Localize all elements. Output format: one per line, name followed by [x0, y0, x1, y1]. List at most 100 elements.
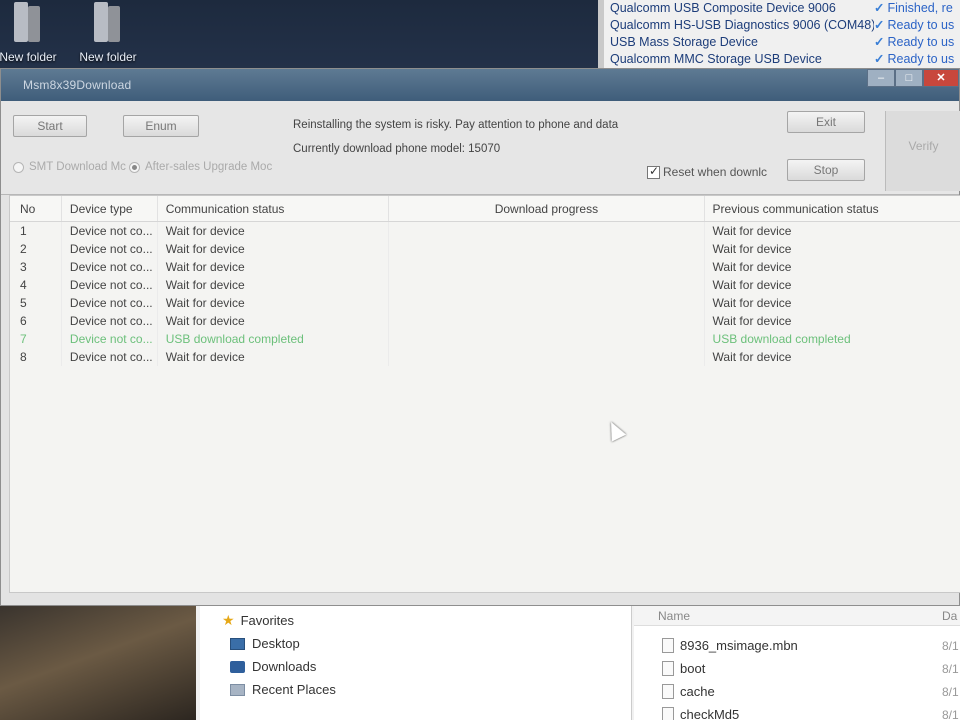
checkbox-checked-icon [647, 164, 660, 179]
window-titlebar[interactable]: Msm8x39Download – □ ✕ [1, 69, 959, 101]
file-item[interactable]: boot 8/1 [662, 661, 959, 676]
device-name: Qualcomm HS-USB Diagnostics 9006 (COM48) [610, 18, 874, 32]
recent-places-icon [230, 683, 245, 696]
nav-favorites-label: Favorites [240, 613, 295, 628]
close-button[interactable]: ✕ [923, 69, 959, 87]
exit-button[interactable]: Exit [787, 111, 865, 133]
file-explorer: ★ Favorites Desktop Downloads Recent Pla… [0, 606, 960, 720]
cell-device-type: Device not co... [62, 294, 158, 312]
device-status-table: No Device type Communication status Down… [9, 195, 960, 593]
cell-device-type: Device not co... [62, 348, 158, 366]
minimize-icon: – [877, 72, 885, 84]
cell-download-progress [389, 258, 705, 276]
explorer-navigation-pane: ★ Favorites Desktop Downloads Recent Pla… [200, 606, 832, 720]
cell-no: 6 [10, 312, 62, 330]
folder-icon [88, 2, 128, 46]
cell-comm-status: Wait for device [158, 312, 390, 330]
window-title: Msm8x39Download [23, 78, 132, 92]
file-name: 8936_msimage.mbn [680, 638, 798, 653]
cell-device-type: Device not co... [62, 276, 158, 294]
cell-no: 5 [10, 294, 62, 312]
table-row[interactable]: 2 Device not co... Wait for device Wait for… [10, 240, 960, 258]
device-status-text: Ready to us [887, 35, 955, 49]
close-icon: ✕ [936, 72, 946, 84]
nav-favorites[interactable]: ★ Favorites [222, 612, 294, 629]
cell-no: 1 [10, 222, 62, 240]
after-sales-mode-radio[interactable]: After-sales Upgrade Moc [129, 161, 272, 173]
device-row[interactable]: Qualcomm USB Composite Device 9006 ✓ Fini… [604, 0, 960, 17]
check-icon: ✓ [874, 1, 885, 15]
start-button[interactable]: Start [13, 115, 87, 137]
table-row[interactable]: 8 Device not co... Wait for device Wait for… [10, 348, 960, 366]
folder-icon [8, 2, 48, 46]
wallpaper-photo [0, 606, 196, 720]
column-header-name[interactable]: Name [658, 609, 690, 623]
cell-download-progress [389, 276, 705, 294]
desktop-background: New folder New folder [0, 0, 600, 78]
cell-device-type: Device not co... [62, 222, 158, 240]
verify-label: Verify [908, 139, 939, 153]
device-row[interactable]: Qualcomm MMC Storage USB Device ✓ Ready t… [604, 51, 960, 68]
minimize-button[interactable]: – [867, 69, 895, 87]
nav-desktop[interactable]: Desktop [230, 636, 300, 651]
cell-download-progress [389, 294, 705, 312]
cell-download-progress [389, 348, 705, 366]
cell-no: 4 [10, 276, 62, 294]
smt-download-mode-radio[interactable]: SMT Download Mc [13, 161, 126, 173]
table-row[interactable]: 6 Device not co... Wait for device Wait for… [10, 312, 960, 330]
nav-downloads[interactable]: Downloads [230, 659, 316, 674]
radio-selected-icon [129, 161, 140, 173]
column-header-prev-status[interactable]: Previous communication status [705, 196, 960, 221]
cell-comm-status: Wait for device [158, 348, 390, 366]
column-header-comm-status[interactable]: Communication status [158, 196, 390, 221]
device-status: ✓ Ready to us [874, 51, 960, 68]
table-row[interactable]: 3 Device not co... Wait for device Wait for… [10, 258, 960, 276]
column-header-download-progress[interactable]: Download progress [389, 196, 705, 221]
cell-comm-status: Wait for device [158, 222, 390, 240]
table-row[interactable]: 5 Device not co... Wait for device Wait for… [10, 294, 960, 312]
smt-download-mode-label: SMT Download Mc [29, 161, 126, 173]
desktop-folder-1[interactable]: New folder [0, 2, 64, 64]
device-status-text: Finished, re [887, 1, 953, 15]
table-row[interactable]: 4 Device not co... Wait for device Wait for… [10, 276, 960, 294]
device-row[interactable]: Qualcomm HS-USB Diagnostics 9006 (COM48)… [604, 17, 960, 34]
cell-prev-status: Wait for device [712, 242, 792, 256]
device-list-panel: Qualcomm USB Composite Device 9006 ✓ Fini… [598, 0, 960, 68]
cell-no: 7 [10, 330, 62, 348]
file-name: boot [680, 661, 706, 676]
cell-device-type: Device not co... [62, 240, 158, 258]
desktop-folder-label: New folder [79, 50, 137, 64]
file-item[interactable]: 8936_msimage.mbn 8/1 [662, 638, 959, 653]
cell-comm-status: Wait for device [158, 240, 390, 258]
column-header-device-type[interactable]: Device type [62, 196, 158, 221]
verify-button[interactable]: Verify [885, 111, 960, 191]
risk-notice: Reinstalling the system is risky. Pay at… [293, 119, 619, 131]
file-icon [662, 661, 674, 676]
table-row[interactable]: 7 Device not co... USB download completed U… [10, 330, 960, 348]
cell-device-type: Device not co... [62, 330, 158, 348]
cell-comm-status: Wait for device [158, 258, 390, 276]
cell-prev-status: USB download completed [712, 332, 851, 346]
explorer-file-list: Name Da 8936_msimage.mbn 8/1 boot 8/1 cache 8… [634, 606, 960, 720]
column-header-date[interactable]: Da [942, 606, 957, 626]
file-date: 8/1 [942, 661, 959, 676]
table-row[interactable]: 1 Device not co... Wait for device Wait for… [10, 222, 960, 240]
file-date: 8/1 [942, 684, 959, 699]
column-header-no[interactable]: No [10, 196, 62, 221]
device-status: ✓ Ready to us [874, 17, 960, 34]
maximize-icon: □ [905, 72, 913, 84]
maximize-button[interactable]: □ [895, 69, 923, 87]
file-item[interactable]: checkMd5 8/1 [662, 707, 959, 720]
check-icon: ✓ [874, 52, 885, 66]
file-item[interactable]: cache 8/1 [662, 684, 959, 699]
enum-button[interactable]: Enum [123, 115, 199, 137]
reset-when-download-checkbox[interactable]: Reset when downlc [647, 164, 768, 179]
cell-no: 8 [10, 348, 62, 366]
stop-button[interactable]: Stop [787, 159, 865, 181]
nav-recent-places[interactable]: Recent Places [230, 682, 336, 697]
desktop-folder-2[interactable]: New folder [72, 2, 144, 64]
device-row[interactable]: USB Mass Storage Device ✓ Ready to us [604, 34, 960, 51]
cell-prev-status: Wait for device [712, 314, 792, 328]
cell-no: 2 [10, 240, 62, 258]
reset-when-download-label: Reset when downlc [663, 165, 768, 179]
